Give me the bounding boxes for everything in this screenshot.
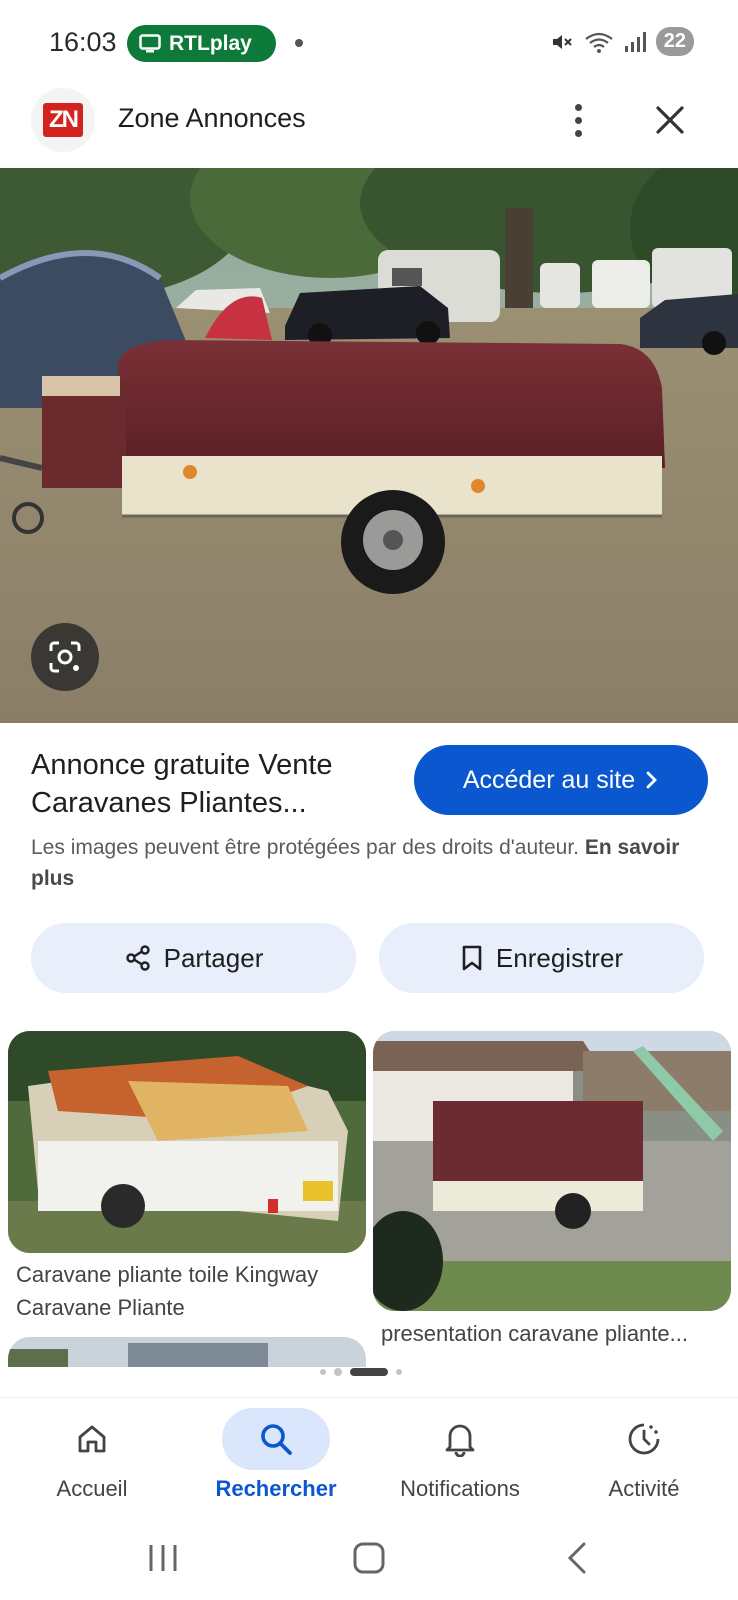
nav-home[interactable]: Accueil xyxy=(0,1408,184,1516)
trailer-photo xyxy=(0,168,738,723)
lens-button[interactable] xyxy=(31,623,99,691)
main-result-image[interactable] xyxy=(0,168,738,723)
nav-label: Accueil xyxy=(56,1476,128,1501)
site-name: Zone Annonces xyxy=(118,103,306,133)
more-dot xyxy=(574,129,582,137)
carousel-indicator xyxy=(320,1368,402,1376)
nav-notifications[interactable]: Notifications xyxy=(368,1408,552,1516)
related-caption[interactable]: Caravane pliante toile Kingway Caravane … xyxy=(16,1258,361,1324)
recent-apps-icon xyxy=(149,1545,177,1571)
battery-indicator: 22 xyxy=(655,27,694,56)
save-button[interactable]: Enregistrer xyxy=(379,923,704,993)
bell-icon xyxy=(445,1424,475,1457)
chevron-right-icon xyxy=(646,771,658,789)
pager-dot xyxy=(320,1369,326,1375)
site-logo[interactable]: ZN xyxy=(31,88,95,152)
tv-icon xyxy=(139,33,161,52)
visit-site-label: Accéder au site xyxy=(462,765,636,794)
nav-search[interactable]: Rechercher xyxy=(184,1408,368,1516)
home-icon xyxy=(78,1425,106,1453)
nav-label: Notifications xyxy=(400,1476,520,1501)
site-logo-text: ZN xyxy=(43,103,83,137)
pager-dot-active xyxy=(350,1368,388,1376)
related-image-card[interactable] xyxy=(8,1031,366,1253)
more-dot xyxy=(574,116,582,124)
notification-dot xyxy=(295,39,303,47)
related-image xyxy=(8,1337,366,1367)
status-icons: 22 xyxy=(550,27,694,56)
related-image-card[interactable] xyxy=(373,1031,731,1311)
status-time: 16:03 xyxy=(49,27,117,57)
signal-icon xyxy=(624,31,646,52)
mute-icon xyxy=(552,34,572,49)
more-dot xyxy=(574,103,582,111)
result-title[interactable]: Annonce gratuite Vente Caravanes Pliante… xyxy=(31,746,391,822)
visit-site-button[interactable]: Accéder au site xyxy=(414,745,708,815)
nav-icon-container xyxy=(590,1408,698,1470)
related-caption[interactable]: presentation caravane pliante... xyxy=(381,1317,726,1350)
activity-icon xyxy=(628,1423,660,1455)
related-image-card[interactable] xyxy=(8,1337,366,1367)
save-label: Enregistrer xyxy=(495,942,624,973)
nav-label: Activité xyxy=(608,1476,680,1501)
copyright-text: Les images peuvent être protégées par de… xyxy=(31,836,580,859)
system-navigation-bar xyxy=(0,1515,738,1600)
app-header: ZN Zone Annonces xyxy=(0,88,738,168)
more-options-button[interactable] xyxy=(558,96,598,144)
share-icon xyxy=(125,945,150,971)
related-image xyxy=(8,1031,366,1253)
bottom-navigation: Accueil Rechercher Notifications Activit… xyxy=(0,1397,738,1515)
active-app-label: RTLplay xyxy=(169,31,252,55)
close-icon[interactable] xyxy=(648,98,692,142)
active-app-pill[interactable]: RTLplay xyxy=(127,25,276,62)
wifi-icon xyxy=(585,32,613,53)
back-system-button[interactable] xyxy=(552,1535,602,1581)
back-icon xyxy=(567,1542,586,1574)
bookmark-icon xyxy=(462,945,482,971)
nav-icon-container xyxy=(222,1408,330,1470)
pager-dot xyxy=(334,1368,342,1376)
status-bar: 16:03 RTLplay 22 xyxy=(0,0,738,88)
share-button[interactable]: Partager xyxy=(31,923,356,993)
nav-activity[interactable]: Activité xyxy=(552,1408,736,1516)
search-icon xyxy=(261,1424,292,1455)
lens-icon xyxy=(49,641,81,673)
nav-icon-container xyxy=(406,1408,514,1470)
nav-icon-container xyxy=(38,1408,146,1470)
share-label: Partager xyxy=(163,942,264,973)
nav-label: Rechercher xyxy=(215,1476,337,1501)
home-system-button[interactable] xyxy=(344,1535,394,1581)
pager-dot xyxy=(396,1369,402,1375)
copyright-notice: Les images peuvent être protégées par de… xyxy=(31,832,681,894)
recent-apps-button[interactable] xyxy=(138,1535,188,1581)
home-square-icon xyxy=(353,1542,385,1574)
related-image xyxy=(373,1031,731,1311)
